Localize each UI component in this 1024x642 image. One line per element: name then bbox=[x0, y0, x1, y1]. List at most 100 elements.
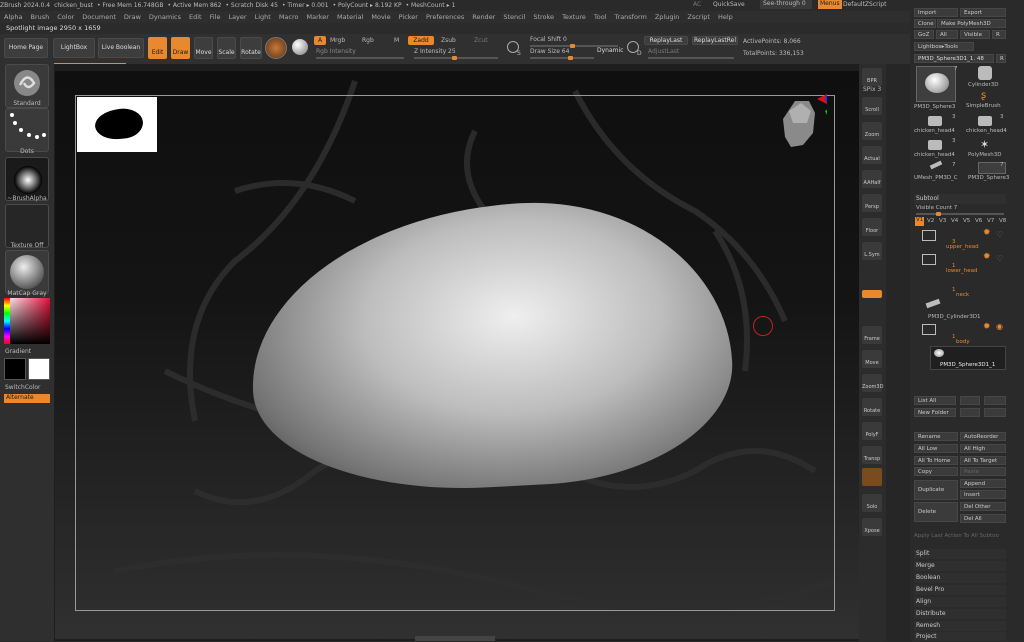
move-view-button[interactable]: Move bbox=[862, 350, 882, 368]
spix-slider[interactable]: SPix 3 bbox=[863, 86, 881, 93]
menu-texture[interactable]: Texture bbox=[562, 13, 586, 21]
lightbox-tools-button[interactable]: Lightbox▸Tools bbox=[914, 42, 974, 51]
subtool-neck[interactable]: neck bbox=[956, 292, 969, 298]
zcut-toggle[interactable]: Zcut bbox=[474, 37, 488, 44]
menu-preferences[interactable]: Preferences bbox=[426, 13, 464, 21]
move-down-button[interactable] bbox=[984, 408, 1006, 417]
menu-transform[interactable]: Transform bbox=[615, 13, 647, 21]
transp-button[interactable]: Transp bbox=[862, 446, 882, 464]
menu-file[interactable]: File bbox=[210, 13, 221, 21]
xyz-button[interactable] bbox=[862, 290, 882, 298]
chicken-head-icon[interactable] bbox=[978, 116, 992, 126]
quicksave-button[interactable]: QuickSave bbox=[713, 1, 745, 8]
switch-color-button[interactable]: SwitchColor bbox=[0, 384, 54, 391]
remesh-section[interactable]: Remesh bbox=[914, 621, 1006, 631]
v7-tab[interactable]: V7 bbox=[987, 218, 994, 224]
stroke-picker[interactable] bbox=[5, 108, 49, 152]
menu-draw[interactable]: Draw bbox=[124, 13, 141, 21]
subtool-cylinder[interactable]: PM3D_Cylinder3D1 bbox=[928, 314, 981, 320]
boolean-section[interactable]: Boolean bbox=[914, 573, 1006, 583]
draw-size-slider[interactable]: Draw Size 64 bbox=[530, 48, 569, 55]
v3-tab[interactable]: V3 bbox=[939, 218, 946, 224]
visible-button[interactable]: Visible bbox=[960, 30, 990, 39]
folder-icon[interactable] bbox=[922, 230, 936, 241]
secondary-color-swatch[interactable] bbox=[28, 358, 50, 380]
menu-macro[interactable]: Macro bbox=[279, 13, 299, 21]
menu-stroke[interactable]: Stroke bbox=[533, 13, 554, 21]
rotate-button[interactable]: Rotate bbox=[240, 37, 262, 59]
hue-strip[interactable] bbox=[4, 298, 10, 344]
see-through-slider[interactable]: See-through 0 bbox=[760, 0, 812, 9]
a-toggle[interactable]: A bbox=[314, 36, 326, 45]
actual-button[interactable]: Actual bbox=[862, 146, 882, 164]
list-all-button[interactable]: List All bbox=[914, 396, 956, 405]
replay-last-rel-button[interactable]: ReplayLastRel bbox=[692, 36, 738, 45]
bevel-pro-section[interactable]: Bevel Pro bbox=[914, 585, 1006, 595]
all-button[interactable]: All bbox=[936, 30, 958, 39]
dynamic-toggle[interactable]: Dynamic bbox=[597, 47, 623, 54]
color-picker[interactable] bbox=[4, 298, 50, 344]
subtool-selected[interactable]: PM3D_Sphere3D1_1 bbox=[940, 362, 995, 368]
paste-button[interactable]: Paste bbox=[960, 467, 1006, 476]
cylinder-icon[interactable] bbox=[978, 66, 992, 80]
make-polymesh-button[interactable]: Make PolyMesh3D bbox=[937, 19, 1006, 28]
alternate-button[interactable]: Alternate bbox=[4, 394, 50, 403]
frame-button[interactable]: Frame bbox=[862, 326, 882, 344]
xpose-button[interactable]: Xpose bbox=[862, 518, 882, 536]
r-button[interactable]: R bbox=[992, 30, 1006, 39]
eye-icon[interactable]: ♡ bbox=[996, 254, 1003, 263]
chicken-head-icon[interactable] bbox=[928, 140, 942, 150]
del-other-button[interactable]: Del Other bbox=[960, 502, 1006, 511]
subtool-body[interactable]: body bbox=[956, 339, 970, 345]
zsub-toggle[interactable]: Zsub bbox=[441, 37, 456, 44]
rotate-view-button[interactable]: Rotate bbox=[862, 398, 882, 416]
polyf-button[interactable]: PolyF bbox=[862, 422, 882, 440]
live-boolean-button[interactable]: Live Boolean bbox=[98, 38, 144, 58]
copy-button[interactable]: Copy bbox=[914, 467, 958, 476]
mrgb-toggle[interactable]: Mrgb bbox=[330, 37, 345, 44]
rgb-toggle[interactable]: Rgb bbox=[362, 37, 374, 44]
menu-light[interactable]: Light bbox=[255, 13, 271, 21]
m-toggle[interactable]: M bbox=[394, 37, 399, 44]
down-arrow-button[interactable] bbox=[984, 396, 1006, 405]
v5-tab[interactable]: V5 bbox=[963, 218, 970, 224]
import-button[interactable]: Import bbox=[914, 8, 958, 17]
polymesh-star-icon[interactable]: ✶ bbox=[980, 138, 989, 151]
aahalf-button[interactable]: AAHalf bbox=[862, 170, 882, 188]
menu-tool[interactable]: Tool bbox=[594, 13, 607, 21]
gear-icon[interactable]: ✹ bbox=[983, 322, 991, 332]
eye-icon[interactable]: ♡ bbox=[996, 230, 1003, 239]
rgb-intensity-slider[interactable]: Rgb Intensity bbox=[316, 48, 356, 55]
eye-icon[interactable]: ◉ bbox=[996, 322, 1003, 331]
up-arrow-button[interactable] bbox=[960, 396, 980, 405]
autoreorder-button[interactable]: AutoReorder bbox=[960, 432, 1006, 441]
menu-dynamics[interactable]: Dynamics bbox=[149, 13, 181, 21]
visible-count-slider[interactable]: Visible Count 7 bbox=[916, 205, 957, 211]
primary-color-swatch[interactable] bbox=[4, 358, 26, 380]
v1-tab[interactable]: V1 bbox=[915, 217, 924, 226]
v6-tab[interactable]: V6 bbox=[975, 218, 982, 224]
default-zscript-button[interactable]: DefaultZScript bbox=[843, 1, 886, 8]
all-to-target-button[interactable]: All To Target bbox=[960, 456, 1006, 465]
rename-button[interactable]: Rename bbox=[914, 432, 958, 441]
menu-zplugin[interactable]: Zplugin bbox=[655, 13, 680, 21]
lsym-button[interactable]: L.Sym bbox=[862, 242, 882, 260]
home-page-button[interactable]: Home Page bbox=[4, 38, 48, 58]
new-folder-button[interactable]: New Folder bbox=[914, 408, 956, 417]
floor-button[interactable]: Floor bbox=[862, 218, 882, 236]
orientation-head-icon[interactable] bbox=[767, 93, 827, 153]
menu-stencil[interactable]: Stencil bbox=[503, 13, 525, 21]
subtool-upper-head[interactable]: upper_head bbox=[946, 244, 979, 250]
menu-movie[interactable]: Movie bbox=[371, 13, 390, 21]
apply-last-action-button[interactable]: Apply Last Action To All Subtoo bbox=[914, 533, 999, 539]
export-button[interactable]: Export bbox=[960, 8, 1006, 17]
solo-button[interactable]: Solo bbox=[862, 494, 882, 512]
focal-shift-slider[interactable]: Focal Shift 0 bbox=[530, 36, 567, 43]
v8-tab[interactable]: V8 bbox=[999, 218, 1006, 224]
menu-edit[interactable]: Edit bbox=[189, 13, 202, 21]
menu-material[interactable]: Material bbox=[337, 13, 363, 21]
bpr-button[interactable]: BPR bbox=[862, 68, 882, 86]
menu-document[interactable]: Document bbox=[82, 13, 116, 21]
lightbox-button[interactable]: LightBox bbox=[53, 38, 95, 58]
insert-button[interactable]: Insert bbox=[960, 490, 1006, 499]
